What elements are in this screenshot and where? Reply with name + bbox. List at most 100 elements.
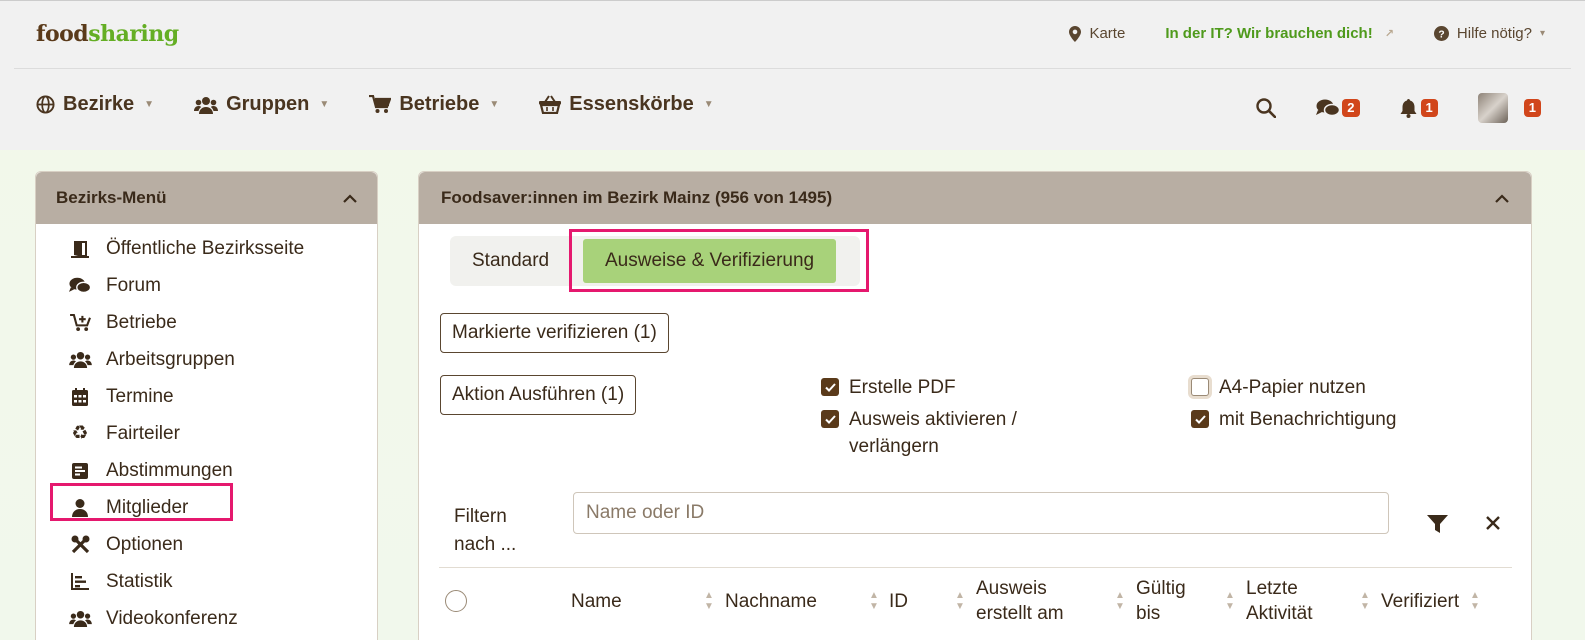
users-icon — [68, 610, 92, 627]
cart-icon — [369, 95, 392, 114]
question-circle-icon: ? — [1433, 26, 1449, 41]
activate-id-option[interactable]: Ausweis aktivieren / verlängern — [821, 406, 1017, 460]
nav-regions[interactable]: Bezirke ▼ — [36, 93, 154, 116]
sort-icon[interactable]: ▲ ▼ — [1115, 590, 1125, 612]
view-tabs: Standard Ausweise & Verifizierung — [450, 236, 860, 286]
column-last-activity[interactable]: Letzte Aktivität — [1246, 568, 1313, 634]
users-icon — [68, 351, 92, 368]
sort-icon[interactable]: ▲ ▼ — [955, 590, 965, 612]
sort-icon[interactable]: ▲ ▼ — [1225, 590, 1235, 612]
it-volunteer-link[interactable]: In der IT? Wir brauchen dich! ↗ — [1165, 25, 1394, 42]
comments-icon — [1316, 99, 1341, 117]
region-menu-title: Bezirks-Menü — [56, 188, 167, 207]
clear-filter-icon[interactable] — [1486, 516, 1500, 530]
sidebar-item-stores[interactable]: Betriebe — [36, 304, 377, 341]
sidebar-item-polls[interactable]: Abstimmungen — [36, 452, 377, 489]
chevron-down-icon: ▼ — [489, 99, 500, 110]
map-link[interactable]: Karte — [1069, 25, 1125, 42]
chevron-down-icon: ▼ — [703, 99, 714, 110]
execute-action-button[interactable]: Aktion Ausführen (1) — [440, 375, 637, 415]
recycle-icon: ♻ — [71, 423, 89, 444]
column-id[interactable]: ID — [889, 568, 908, 634]
user-icon — [68, 498, 92, 517]
verify-marked-button[interactable]: Markierte verifizieren (1) — [440, 313, 669, 353]
external-link-icon: ↗ — [1384, 28, 1394, 40]
sort-icon[interactable]: ▲ ▼ — [1360, 590, 1370, 612]
sidebar-item-events[interactable]: Termine — [36, 378, 377, 415]
tab-standard[interactable]: Standard — [472, 236, 549, 286]
sidebar-item-public-page[interactable]: Öffentliche Bezirksseite — [36, 230, 377, 267]
chevron-down-icon: ▾ — [1539, 28, 1545, 39]
column-verified[interactable]: Verifiziert — [1381, 568, 1459, 634]
nav-stores[interactable]: Betriebe ▼ — [369, 93, 499, 116]
top-header: foodsharing Karte In der IT? Wir brauche… — [0, 0, 1585, 150]
calendar-icon — [68, 387, 92, 406]
sidebar-item-statistics[interactable]: Statistik — [36, 563, 377, 600]
search-icon[interactable] — [1256, 98, 1277, 118]
checkbox-checked[interactable] — [1191, 410, 1209, 428]
chevron-up-icon[interactable] — [343, 193, 357, 203]
map-marker-icon — [1069, 25, 1082, 42]
select-all-checkbox[interactable] — [445, 568, 467, 634]
basket-icon — [539, 95, 562, 114]
sort-icon[interactable]: ▲ ▼ — [704, 590, 714, 612]
chevron-down-icon: ▼ — [319, 99, 330, 110]
nav-right: 2 1 1 — [1256, 93, 1541, 123]
sidebar-item-members[interactable]: Mitglieder — [36, 489, 377, 526]
tab-id-verification[interactable]: Ausweise & Verifizierung — [583, 239, 837, 283]
nav-baskets[interactable]: Essenskörbe ▼ — [539, 93, 714, 116]
tools-icon — [68, 535, 92, 554]
foodsharing-logo[interactable]: foodsharing — [36, 21, 179, 47]
profile-badge: 1 — [1523, 99, 1541, 117]
users-icon — [194, 96, 219, 114]
poll-icon — [68, 462, 92, 479]
sidebar-item-videoconference[interactable]: Videokonferenz — [36, 600, 377, 637]
help-link[interactable]: ? Hilfe nötig? ▾ — [1433, 25, 1545, 42]
chevron-down-icon: ▼ — [144, 99, 155, 110]
members-panel-header[interactable]: Foodsaver:innen im Bezirk Mainz (956 von… — [419, 172, 1531, 224]
sidebar-item-forum[interactable]: Forum — [36, 267, 377, 304]
members-panel: Foodsaver:innen im Bezirk Mainz (956 von… — [418, 171, 1532, 640]
page-title: Foodsaver:innen im Bezirk Mainz (956 von… — [441, 188, 833, 207]
members-table-header: Name ▲ ▼ Nachname ▲ ▼ ID ▲ ▼ Ausweis erstell… — [439, 567, 1512, 637]
column-lastname[interactable]: Nachname — [725, 568, 817, 634]
avatar — [1477, 93, 1508, 123]
region-menu-panel: Bezirks-Menü Öffentliche Bezirksseite Fo… — [35, 171, 378, 640]
globe-icon — [36, 95, 55, 114]
profile-menu[interactable]: 1 — [1477, 93, 1541, 123]
notifications-button[interactable]: 1 — [1400, 98, 1438, 118]
bell-icon — [1400, 98, 1417, 118]
sort-icon[interactable]: ▲ ▼ — [1470, 590, 1480, 612]
nav-groups[interactable]: Gruppen ▼ — [194, 93, 329, 116]
region-menu-list: Öffentliche Bezirksseite Forum Betriebe … — [36, 224, 377, 637]
sort-icon[interactable]: ▲ ▼ — [869, 590, 879, 612]
checkbox-unchecked[interactable] — [1191, 378, 1209, 396]
column-valid-until[interactable]: Gültig bis — [1136, 568, 1186, 634]
create-pdf-option[interactable]: Erstelle PDF — [821, 374, 956, 401]
door-icon — [68, 240, 92, 258]
filter-label: Filtern nach ... — [454, 506, 517, 555]
header-divider — [14, 68, 1571, 69]
cart-plus-icon — [68, 313, 92, 332]
region-menu-header[interactable]: Bezirks-Menü — [36, 172, 377, 224]
checkbox-checked[interactable] — [821, 410, 839, 428]
checkbox-checked[interactable] — [821, 378, 839, 396]
messages-button[interactable]: 2 — [1316, 99, 1360, 117]
chart-icon — [68, 573, 92, 590]
notifications-badge: 1 — [1420, 99, 1438, 117]
column-id-created[interactable]: Ausweis erstellt am — [976, 568, 1064, 634]
main-nav: Bezirke ▼ Gruppen ▼ Betriebe ▼ Essenskörbe ▼ — [36, 93, 714, 116]
search-input[interactable] — [573, 492, 1389, 534]
top-links: Karte In der IT? Wir brauchen dich! ↗ ? … — [1069, 25, 1545, 42]
messages-badge: 2 — [1342, 99, 1360, 117]
column-name[interactable]: Name — [571, 568, 622, 634]
chevron-up-icon[interactable] — [1495, 193, 1509, 203]
sidebar-item-workgroups[interactable]: Arbeitsgruppen — [36, 341, 377, 378]
filter-icon[interactable] — [1427, 515, 1448, 533]
comments-icon — [68, 277, 92, 294]
notify-option[interactable]: mit Benachrichtigung — [1191, 406, 1396, 433]
sidebar-item-fairteiler[interactable]: ♻ Fairteiler — [36, 415, 377, 452]
sidebar-item-options[interactable]: Optionen — [36, 526, 377, 563]
svg-text:?: ? — [1438, 29, 1444, 40]
a4-paper-option[interactable]: A4-Papier nutzen — [1191, 374, 1366, 401]
